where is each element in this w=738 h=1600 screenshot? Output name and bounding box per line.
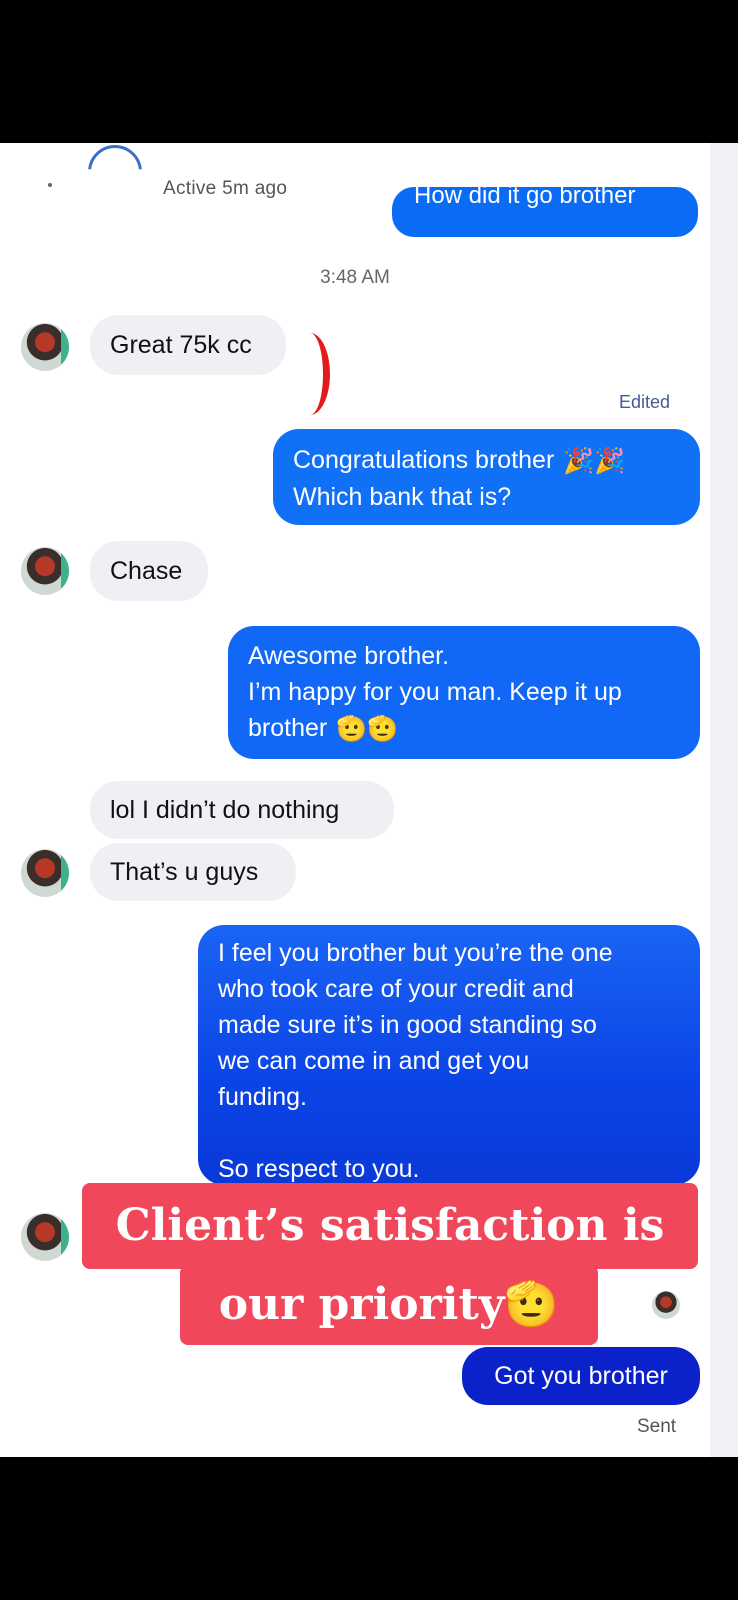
received-message-bubble[interactable]: Great 75k cc: [90, 315, 286, 375]
caption-banner: our priority🫡: [180, 1265, 598, 1345]
sent-message-bubble[interactable]: How did it go brother: [392, 187, 698, 237]
message-text: made sure it’s in good standing so: [218, 1011, 597, 1039]
message-text: funding.: [218, 1083, 307, 1111]
salute-emoji: 🫡🫡: [336, 715, 399, 744]
contact-avatar[interactable]: [21, 323, 69, 371]
chat-header: Active 5m ago How did it go brother: [0, 143, 710, 237]
message-text: Chase: [110, 557, 183, 585]
caption-text: Client’s satisfaction is: [115, 1200, 665, 1251]
contact-avatar[interactable]: [21, 1213, 69, 1261]
sent-status: Sent: [637, 1416, 677, 1437]
edge-strip: [710, 143, 738, 1457]
contact-avatar[interactable]: [21, 547, 69, 595]
message-text: Great 75k cc: [110, 331, 252, 359]
sent-message-bubble[interactable]: Awesome brother. I’m happy for you man. …: [228, 626, 700, 759]
contact-avatar[interactable]: [88, 145, 142, 170]
chat-screen: Active 5m ago How did it go brother 3:48…: [0, 143, 738, 1457]
red-annotation-arc: [290, 333, 330, 415]
back-dot[interactable]: [48, 183, 52, 187]
caption-text: our priority: [218, 1279, 505, 1330]
message-text: who took care of your credit and: [218, 975, 574, 1003]
message-timestamp: 3:48 AM: [320, 267, 390, 288]
read-receipt-avatar: [652, 1291, 680, 1319]
message-text: Congratulations brother: [293, 446, 555, 474]
message-text: I’m happy for you man. Keep it up: [248, 678, 622, 706]
salute-emoji: 🫡: [504, 1279, 560, 1330]
message-text: brother: [248, 714, 328, 742]
message-text: How did it go brother: [414, 187, 636, 209]
message-text: So respect to you.: [218, 1155, 420, 1183]
contact-avatar[interactable]: [21, 849, 69, 897]
received-message-bubble[interactable]: lol I didn’t do nothing: [90, 781, 394, 839]
caption-banner: Client’s satisfaction is: [82, 1183, 698, 1269]
message-text: Awesome brother.: [248, 642, 450, 670]
received-message-bubble[interactable]: That’s u guys: [90, 843, 296, 901]
message-text: That’s u guys: [110, 858, 259, 886]
active-status: Active 5m ago: [163, 178, 288, 199]
message-text: Got you brother: [494, 1362, 668, 1390]
message-text: Which bank that is?: [293, 483, 512, 512]
message-text: lol I didn’t do nothing: [110, 796, 340, 824]
sent-message-bubble[interactable]: I feel you brother but you’re the one wh…: [198, 925, 700, 1185]
edited-label: Edited: [619, 392, 671, 412]
received-message-bubble[interactable]: Chase: [90, 541, 208, 601]
message-spacer: [218, 1115, 680, 1151]
party-popper-emoji: 🎉🎉: [563, 447, 626, 476]
message-text: we can come in and get you: [218, 1047, 530, 1075]
sent-message-bubble[interactable]: Congratulations brother 🎉🎉 Which bank th…: [273, 429, 700, 525]
sent-message-bubble[interactable]: Got you brother: [462, 1347, 700, 1405]
message-text: I feel you brother but you’re the one: [218, 939, 613, 967]
